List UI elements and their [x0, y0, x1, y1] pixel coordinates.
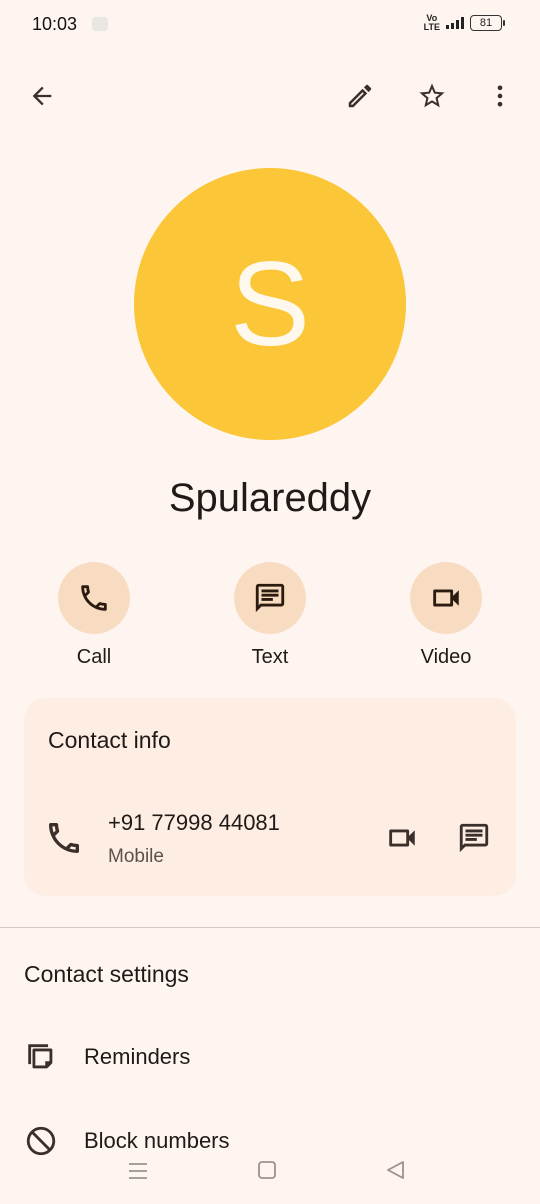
message-number-button[interactable] — [452, 816, 496, 860]
contact-name: Spulareddy — [168, 476, 372, 520]
phone-icon — [49, 823, 79, 853]
call-label: Call — [76, 646, 112, 668]
arrow-left-icon — [32, 86, 52, 106]
text-label: Text — [251, 646, 289, 668]
video-action[interactable]: Video — [391, 562, 501, 669]
status-time: 10:03 — [32, 14, 78, 34]
block-numbers-label: Block numbers — [84, 1128, 230, 1153]
videocam-icon — [389, 829, 415, 847]
signal-icon — [446, 17, 464, 29]
status-icons: Vo LTE 81 — [423, 13, 505, 32]
more-vert-icon — [497, 85, 503, 107]
navigation-bar — [0, 1152, 540, 1192]
triangle-back-icon[interactable] — [384, 1160, 408, 1182]
video-call-number-button[interactable] — [380, 816, 424, 860]
avatar: S — [134, 168, 406, 440]
text-action[interactable]: Text — [215, 562, 325, 669]
battery-icon: 81 — [470, 15, 505, 31]
phone-row-icon[interactable] — [44, 818, 84, 863]
video-label: Video — [420, 646, 472, 668]
phone-number[interactable]: +91 77998 44081 — [108, 810, 280, 836]
avatar-initial: S — [229, 237, 311, 371]
reminders-row[interactable]: Reminders — [24, 1040, 190, 1074]
phone-type: Mobile — [108, 846, 164, 867]
message-icon — [255, 583, 285, 613]
video-button[interactable] — [410, 562, 482, 634]
edit-button[interactable] — [338, 74, 382, 118]
back-button[interactable] — [20, 74, 64, 118]
more-options-button[interactable] — [478, 74, 522, 118]
phone-icon — [81, 585, 107, 611]
videocam-icon — [433, 589, 459, 607]
favorite-button[interactable] — [410, 74, 454, 118]
notification-icon — [92, 17, 108, 31]
menu-icon[interactable] — [126, 1160, 150, 1182]
volte-icon: Vo LTE — [423, 13, 440, 32]
reminders-icon — [28, 1044, 53, 1069]
star-outline-icon — [419, 83, 445, 108]
call-button[interactable] — [58, 562, 130, 634]
contact-settings-title: Contact settings — [24, 961, 189, 987]
contact-info-title: Contact info — [48, 727, 171, 753]
text-button[interactable] — [234, 562, 306, 634]
reminders-label: Reminders — [84, 1044, 191, 1069]
pencil-icon — [348, 84, 372, 108]
message-icon — [459, 823, 489, 853]
call-action[interactable]: Call — [39, 562, 149, 669]
square-icon[interactable] — [255, 1160, 279, 1182]
divider — [0, 927, 540, 928]
